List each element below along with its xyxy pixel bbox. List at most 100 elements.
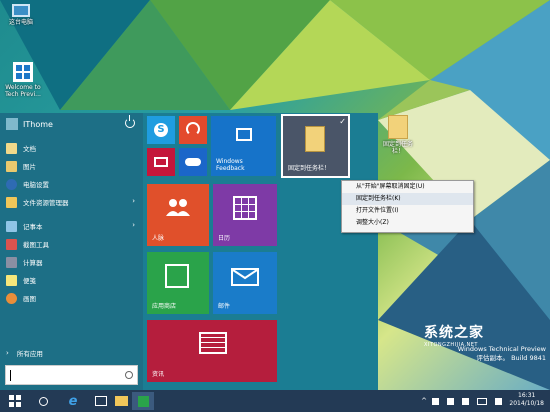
tray-icons[interactable] [432, 392, 502, 410]
store-taskbar-button[interactable] [132, 392, 154, 410]
tile-label: 人脉 [152, 235, 165, 242]
calculator-icon [6, 256, 17, 268]
start-menu-list: 文档 图片 电脑设置 文件资源管理器 › 记事本 › 截图工具 计算器 便笺 画图 [0, 139, 143, 307]
clock-date: 2014/10/18 [509, 400, 544, 407]
search-icon[interactable] [125, 371, 133, 379]
skype-icon: S [154, 123, 168, 137]
search-icon [38, 396, 48, 406]
chevron-right-icon[interactable]: › [132, 221, 135, 229]
menu-item-documents[interactable]: 文档 [0, 139, 143, 157]
shopping-bag-icon [165, 264, 189, 288]
feedback-icon [236, 128, 252, 141]
start-menu-left-pane: IThome 文档 图片 电脑设置 文件资源管理器 › 记事本 › 截图工具 计算器… [0, 113, 143, 390]
menu-item-label: 截图工具 [23, 241, 49, 249]
context-menu: 从"开始"屏幕取消固定(U) 固定到任务栏(K) 打开文件位置(I) 调整大小(… [341, 180, 474, 233]
cloud-icon [185, 158, 201, 166]
chevron-up-icon: ^ [421, 397, 427, 405]
menu-item-file-explorer[interactable]: 文件资源管理器 › [0, 193, 143, 211]
menu-item-label: 文件资源管理器 [23, 199, 69, 207]
desktop-icon-label: 这台电脑 [8, 19, 33, 26]
watermark-line-1: Windows Technical Preview [457, 345, 546, 353]
text-caret [10, 370, 11, 381]
windows-feedback-tile[interactable]: Windows Feedback [211, 116, 276, 176]
task-view-icon [95, 396, 107, 406]
video-tile[interactable] [147, 148, 175, 176]
file-explorer-taskbar-button[interactable] [110, 392, 132, 410]
menu-item-label: 便笺 [23, 277, 36, 285]
tile-label: 日历 [218, 235, 231, 242]
music-tile[interactable] [179, 116, 207, 144]
menu-item-sticky-notes[interactable]: 便笺 [0, 271, 143, 289]
menu-item-resize[interactable]: 调整大小(Z) [342, 217, 473, 229]
start-menu: IThome 文档 图片 电脑设置 文件资源管理器 › 记事本 › 截图工具 计算器… [0, 113, 378, 390]
menu-item-pc-settings[interactable]: 电脑设置 [0, 175, 143, 193]
people-tile[interactable]: 人脉 [147, 184, 209, 246]
folder-icon [305, 126, 325, 152]
tray-up-arrow[interactable]: ^ [418, 392, 430, 410]
search-input[interactable] [5, 365, 138, 385]
menu-item-label: 记事本 [23, 223, 43, 231]
menu-item-paint[interactable]: 画图 [0, 289, 143, 307]
pc-settings-icon [6, 178, 17, 190]
all-apps-button[interactable]: › 所有应用 [6, 348, 43, 358]
mail-icon [231, 268, 259, 286]
user-account[interactable]: IThome [0, 113, 143, 135]
menu-item-unpin-from-start[interactable]: 从"开始"屏幕取消固定(U) [342, 181, 473, 193]
this-pc-icon[interactable]: 这台电脑 [4, 4, 38, 26]
flag-icon [462, 397, 469, 405]
chevron-right-icon[interactable]: › [132, 197, 135, 205]
tile-label: 固定到任务栏！ [288, 165, 331, 172]
menu-item-snipping-tool[interactable]: 截图工具 [0, 235, 143, 253]
clock-time: 16:31 [518, 392, 536, 399]
mail-tile[interactable]: 邮件 [213, 252, 277, 314]
folder-desktop-icon[interactable]: 固定到任务栏！ [380, 115, 416, 155]
menu-item-label: 计算器 [23, 259, 43, 267]
people-icon [165, 198, 191, 216]
site-brand-cn: 系统之家 [424, 325, 484, 341]
checkmark-icon: ✓ [339, 117, 346, 126]
snipping-tool-icon [6, 238, 17, 250]
power-icon[interactable] [125, 115, 135, 128]
skype-tile[interactable]: S [147, 116, 175, 144]
ie-taskbar-button[interactable]: e [62, 392, 84, 410]
os-watermark: Windows Technical Preview 评估副本。 Build 98… [440, 345, 546, 363]
onedrive-tile[interactable] [179, 148, 207, 176]
store-tile[interactable]: 应用商店 [147, 252, 209, 314]
folder-icon [114, 396, 128, 406]
news-icon [199, 332, 227, 354]
ime-icon [495, 397, 502, 405]
menu-item-label: 画图 [23, 295, 36, 303]
menu-item-pictures[interactable]: 图片 [0, 157, 143, 175]
taskbar: e ^ 16:31 2014/10/18 [0, 390, 550, 412]
start-button[interactable] [4, 392, 26, 410]
welcome-icon[interactable]: Welcome to Tech Previ... [2, 62, 44, 98]
search-taskbar-button[interactable] [32, 392, 54, 410]
user-name: IThome [23, 119, 53, 129]
menu-item-calculator[interactable]: 计算器 [0, 253, 143, 271]
clock[interactable]: 16:31 2014/10/18 [509, 392, 544, 408]
network-icon [432, 397, 439, 405]
watermark-line-2: 评估副本。 Build 9841 [476, 354, 547, 362]
menu-item-notepad[interactable]: 记事本 › [0, 217, 143, 235]
menu-item-label: 文档 [23, 145, 36, 153]
windows-logo-icon [13, 62, 33, 82]
menu-item-label: 电脑设置 [23, 181, 49, 189]
news-tile[interactable]: 资讯 [147, 320, 277, 382]
sticky-notes-icon [6, 274, 17, 286]
all-apps-label: 所有应用 [16, 350, 43, 358]
pinned-folder-tile[interactable]: ✓ 固定到任务栏！ [281, 114, 350, 178]
desktop-icon-label: Welcome to Tech Previ... [5, 84, 41, 98]
task-view-button[interactable] [90, 392, 112, 410]
file-explorer-icon [6, 196, 17, 208]
desktop-icon-label: 固定到任务栏！ [382, 141, 413, 155]
internet-explorer-icon: e [68, 393, 78, 409]
folder-icon [388, 115, 408, 139]
tile-label: 资讯 [152, 371, 165, 378]
chevron-right-icon: › [6, 349, 9, 357]
windows-logo-icon [9, 395, 21, 407]
calendar-tile[interactable]: 日历 [213, 184, 277, 246]
menu-item-open-file-location[interactable]: 打开文件位置(I) [342, 205, 473, 217]
documents-icon [6, 142, 17, 154]
menu-item-pin-to-taskbar[interactable]: 固定到任务栏(K) [342, 193, 473, 205]
keyboard-icon [477, 397, 487, 405]
